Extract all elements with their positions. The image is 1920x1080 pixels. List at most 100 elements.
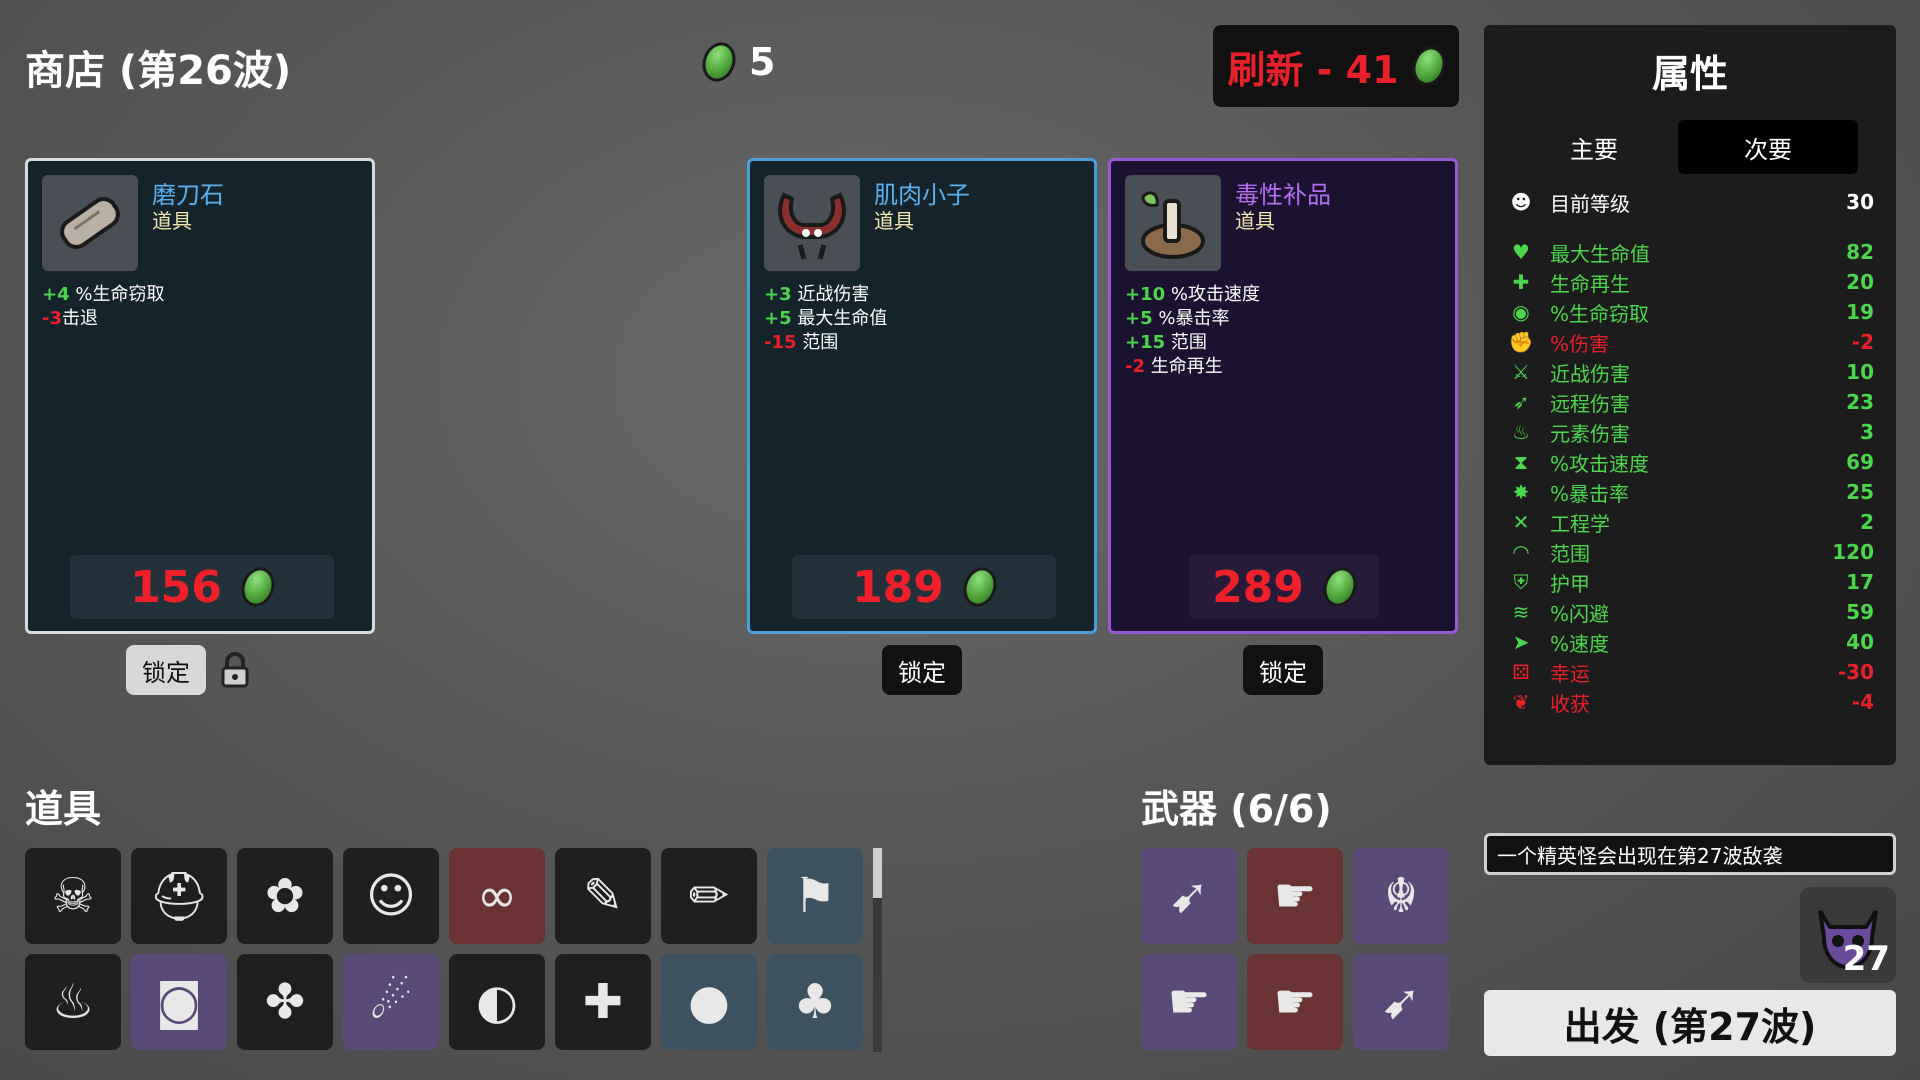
pencil-icon: ✏ [688, 868, 730, 924]
weapons-section-title: 武器 (6/6) [1141, 787, 1332, 831]
stat-icon: ⚄ [1512, 660, 1530, 684]
level-value: 30 [1846, 190, 1874, 214]
item-slot[interactable]: ✏ [661, 848, 757, 944]
lizard-icon: ✤ [264, 974, 306, 1030]
stat-icon: ✕ [1512, 510, 1530, 534]
item-slot[interactable]: ✎ [555, 848, 651, 944]
stat-label: 护甲 [1550, 571, 1590, 596]
item-slot[interactable]: ☄ [343, 954, 439, 1050]
stat-icon: ✚ [1512, 270, 1530, 294]
material-coin-icon [1406, 41, 1451, 91]
muscle-creature-icon [764, 175, 860, 271]
shop-card-whetstone[interactable]: 磨刀石 道具 +4 %生命窃取 -3击退 156 [25, 158, 375, 634]
syringe-icon: ✎ [582, 868, 624, 924]
material-coin-icon [1318, 562, 1362, 612]
item-slot[interactable]: ◐ [449, 954, 545, 1050]
price-value: 289 [1212, 561, 1304, 613]
weapon-slot[interactable]: ☛ [1247, 954, 1343, 1050]
stat-label: %暴击率 [1550, 481, 1630, 506]
stats-title: 属性 [1651, 52, 1728, 96]
item-slot[interactable]: ☺ [343, 848, 439, 944]
revolver-icon: ☛ [1273, 974, 1317, 1030]
stat-label: %闪避 [1550, 601, 1610, 626]
lock-button[interactable]: 锁定 [1243, 645, 1323, 695]
price-value: 156 [130, 561, 222, 613]
stat-icon: ➶ [1512, 390, 1530, 414]
stat-row: ♨ 元素伤害 3 [1506, 417, 1874, 447]
stat-row: ➤ %速度 40 [1506, 627, 1874, 657]
stat-line: -15 范围 [764, 332, 839, 353]
stat-icon: ⛨ [1513, 570, 1529, 594]
stat-line: -3击退 [42, 308, 98, 329]
stats-panel: 属性 主要 次要 ☻ 目前等级 30 ♥ 最大生命值 82 ✚ 生命再生 20 ◉ %生命窃取… [1484, 25, 1896, 765]
item-slot[interactable]: ✤ [237, 954, 333, 1050]
green-slime-icon: ✿ [264, 868, 306, 924]
shop-card-muscle-boy[interactable]: 肌肉小子 道具 +3 近战伤害 +5 最大生命值 -15 范围 189 [747, 158, 1097, 634]
item-slot[interactable]: ♨ [25, 954, 121, 1050]
weapon-slot[interactable]: ☬ [1353, 848, 1449, 944]
stat-line: +15 范围 [1125, 332, 1207, 353]
stat-icon: ♨ [1512, 420, 1530, 444]
card-stats: +10 %攻击速度 +5 %暴击率 +15 范围 -2 生命再生 [1125, 283, 1260, 379]
items-scrollbar-track[interactable] [873, 848, 882, 1052]
material-coin-icon [958, 562, 1002, 612]
item-slot[interactable]: ✚ [555, 954, 651, 1050]
tab-secondary[interactable]: 次要 [1678, 120, 1858, 174]
stat-icon: ❦ [1512, 690, 1530, 714]
items-section-title: 道具 [25, 787, 102, 831]
stat-line: -2 生命再生 [1125, 356, 1223, 377]
stat-label: 收获 [1550, 691, 1590, 716]
card-stats: +3 近战伤害 +5 最大生命值 -15 范围 [764, 283, 887, 355]
item-slot[interactable]: ✿ [237, 848, 333, 944]
stat-icon: ✸ [1512, 480, 1530, 504]
item-slot[interactable]: ◙ [131, 954, 227, 1050]
stat-line: +5 %暴击率 [1125, 308, 1230, 329]
level-label: 目前等级 [1550, 191, 1630, 216]
stat-value: 17 [1846, 570, 1874, 594]
stat-label: 近战伤害 [1550, 361, 1630, 386]
banner-icon: ⚑ [793, 868, 837, 924]
clown-face-icon: ☺ [365, 868, 417, 924]
weapon-slot[interactable]: ➹ [1141, 848, 1237, 944]
whetstone-icon [42, 175, 138, 271]
stat-label: %速度 [1550, 631, 1610, 656]
card-kind: 道具 [152, 209, 192, 233]
buy-button[interactable]: 156 [70, 555, 334, 619]
stat-value: 120 [1832, 540, 1874, 564]
stat-line: +4 %生命窃取 [42, 284, 165, 305]
stat-label: %伤害 [1550, 331, 1610, 356]
item-slot[interactable]: ● [661, 954, 757, 1050]
tab-primary[interactable]: 主要 [1504, 120, 1684, 174]
stat-line: +3 近战伤害 [764, 284, 870, 305]
stat-label: 远程伤害 [1550, 391, 1630, 416]
item-slot[interactable]: ⚑ [767, 848, 863, 944]
stat-row: ✸ %暴击率 25 [1506, 477, 1874, 507]
stat-value: -30 [1837, 660, 1874, 684]
stat-icon: ✊ [1508, 330, 1534, 354]
item-slot[interactable]: ∞ [449, 848, 545, 944]
item-slot[interactable]: ♣ [767, 954, 863, 1050]
refresh-button[interactable]: 刷新 - 41 [1213, 25, 1459, 107]
ghost-icon: ☄ [369, 974, 413, 1030]
shop-card-toxic-tonic[interactable]: 毒性补品 道具 +10 %攻击速度 +5 %暴击率 +15 范围 -2 生命再生… [1108, 158, 1458, 634]
stat-icon: ➤ [1512, 630, 1530, 654]
item-slot[interactable]: ⛑ [131, 848, 227, 944]
buy-button[interactable]: 289 [1189, 555, 1379, 619]
item-slot[interactable]: ☠ [25, 848, 121, 944]
lock-button[interactable]: 锁定 [126, 645, 206, 695]
rocket-launcher-icon: ➹ [1168, 868, 1210, 924]
stat-row: ✕ 工程学 2 [1506, 507, 1874, 537]
level-icon: ☻ [1510, 190, 1532, 214]
buy-button[interactable]: 189 [792, 555, 1056, 619]
shop-title: 商店 (第26波) [25, 48, 292, 94]
stat-value: 2 [1860, 510, 1874, 534]
go-button[interactable]: 出发 (第27波) [1484, 990, 1896, 1056]
lock-button[interactable]: 锁定 [882, 645, 962, 695]
weapon-slot[interactable]: ☛ [1141, 954, 1237, 1050]
stat-icon: ◠ [1512, 540, 1530, 564]
weapon-slot[interactable]: ☛ [1247, 848, 1343, 944]
weapon-slot[interactable]: ➹ [1353, 954, 1449, 1050]
items-scrollbar-thumb[interactable] [873, 848, 882, 898]
stat-row: ⚄ 幸运 -30 [1506, 657, 1874, 687]
padlock-icon [219, 652, 251, 692]
